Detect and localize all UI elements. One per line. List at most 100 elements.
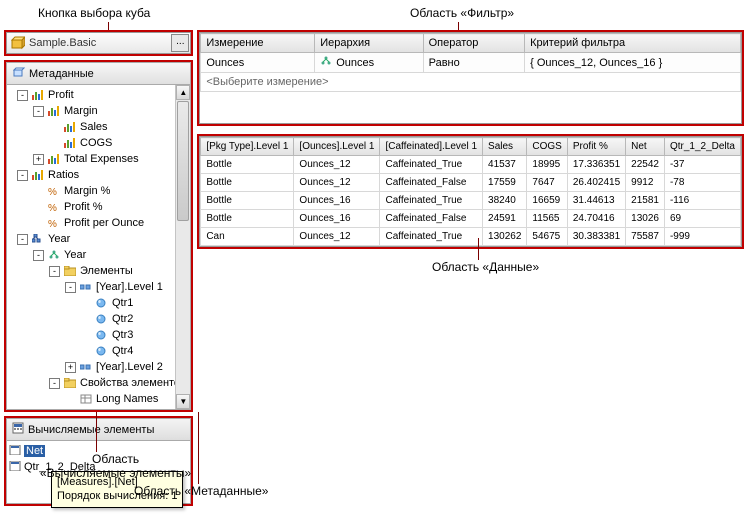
- scroll-down-button[interactable]: ▼: [176, 394, 190, 409]
- tree-row[interactable]: - Ratios: [9, 167, 188, 183]
- filter-cell[interactable]: Равно: [423, 53, 525, 73]
- scroll-up-button[interactable]: ▲: [176, 85, 190, 100]
- tree-row[interactable]: -[Year].Level 1: [9, 279, 188, 295]
- data-header[interactable]: Net: [626, 138, 665, 156]
- tree-row[interactable]: Qtr4: [9, 343, 188, 359]
- annotation-metadata-area: Область «Метаданные»: [134, 484, 268, 498]
- data-row[interactable]: BottleOunces_12Caffeinated_True415371899…: [201, 156, 741, 174]
- metadata-tree[interactable]: -Profit-MarginSalesCOGS+Total Expenses-R…: [7, 85, 190, 409]
- tree-label: [Year].Level 2: [96, 361, 163, 373]
- tree-label: Margin: [64, 105, 98, 117]
- data-row[interactable]: BottleOunces_12Caffeinated_False17559764…: [201, 174, 741, 192]
- tree-row[interactable]: %Margin %: [9, 183, 188, 199]
- folder-icon: [63, 265, 77, 277]
- hierarchy-icon: [320, 56, 332, 69]
- annotation-calc-area: Область «Вычисляемые элементы»: [40, 452, 191, 480]
- data-row[interactable]: BottleOunces_16Caffeinated_True382401665…: [201, 192, 741, 210]
- data-cell: Caffeinated_True: [380, 228, 483, 246]
- data-cell: Caffeinated_False: [380, 174, 483, 192]
- data-row[interactable]: BottleOunces_16Caffeinated_False24591115…: [201, 210, 741, 228]
- cube-browse-button[interactable]: ...: [171, 34, 189, 52]
- tree-scrollbar[interactable]: ▲ ▼: [175, 85, 190, 409]
- data-cell: 24591: [483, 210, 527, 228]
- filter-prompt-cell[interactable]: <Выберите измерение>: [201, 73, 741, 92]
- filter-prompt-row[interactable]: <Выберите измерение>: [201, 73, 741, 92]
- cube-selector[interactable]: Sample.Basic ...: [6, 32, 191, 54]
- tree-row[interactable]: Sales: [9, 119, 188, 135]
- data-cell: 7647: [527, 174, 567, 192]
- tree-row[interactable]: %Profit per Ounce: [9, 215, 188, 231]
- data-cell: Bottle: [201, 210, 294, 228]
- tree-row[interactable]: - Margin: [9, 103, 188, 119]
- data-header[interactable]: Qtr_1_2_Delta: [664, 138, 740, 156]
- tree-row[interactable]: -Profit: [9, 87, 188, 103]
- scroll-thumb[interactable]: [177, 101, 189, 221]
- collapse-toggle[interactable]: -: [17, 170, 28, 181]
- data-cell: 31.44613: [567, 192, 625, 210]
- annotation-filter-area: Область «Фильтр»: [410, 6, 514, 20]
- data-cell: 26.402415: [567, 174, 625, 192]
- tree-label: Свойства элементов: [80, 377, 186, 389]
- collapse-toggle[interactable]: -: [33, 106, 44, 117]
- metadata-icon: [13, 66, 25, 81]
- filter-header[interactable]: Иерархия: [315, 34, 423, 53]
- data-cell: 18995: [527, 156, 567, 174]
- calc-header-label: Вычисляемые элементы: [28, 424, 154, 436]
- tree-row[interactable]: COGS: [9, 135, 188, 151]
- tree-row[interactable]: Qtr2: [9, 311, 188, 327]
- data-cell: 38240: [483, 192, 527, 210]
- tree-label: Profit per Ounce: [64, 217, 144, 229]
- tree-row[interactable]: -Year: [9, 247, 188, 263]
- collapse-toggle[interactable]: -: [33, 250, 44, 261]
- tree-row[interactable]: Long Names: [9, 391, 188, 407]
- dimension-icon: [31, 233, 45, 245]
- tree-row[interactable]: Qtr3: [9, 327, 188, 343]
- collapse-toggle[interactable]: -: [17, 234, 28, 245]
- collapse-toggle[interactable]: -: [17, 90, 28, 101]
- filter-header[interactable]: Оператор: [423, 34, 525, 53]
- svg-text:%: %: [48, 203, 57, 212]
- data-header[interactable]: [Ounces].Level 1: [294, 138, 380, 156]
- filter-cell[interactable]: { Ounces_12, Ounces_16 }: [525, 53, 741, 73]
- tree-row[interactable]: -Year: [9, 231, 188, 247]
- tree-label: Qtr3: [112, 329, 133, 341]
- tree-row[interactable]: % Profit %: [9, 199, 188, 215]
- data-cell: 54675: [527, 228, 567, 246]
- filter-cell[interactable]: Ounces: [315, 53, 423, 73]
- property-icon: [79, 393, 93, 405]
- data-header[interactable]: Profit %: [567, 138, 625, 156]
- folder-icon: [63, 377, 77, 389]
- tree-label: Profit %: [64, 201, 103, 213]
- expand-toggle[interactable]: +: [65, 362, 76, 373]
- filter-header[interactable]: Критерий фильтра: [525, 34, 741, 53]
- data-header[interactable]: COGS: [527, 138, 567, 156]
- annotation-cube-button: Кнопка выбора куба: [38, 6, 150, 20]
- hierarchy-icon: [47, 249, 61, 261]
- collapse-toggle[interactable]: -: [65, 282, 76, 293]
- filter-header[interactable]: Измерение: [201, 34, 315, 53]
- tree-row[interactable]: -Элементы: [9, 263, 188, 279]
- data-cell: 24.70416: [567, 210, 625, 228]
- tree-row[interactable]: +Total Expenses: [9, 151, 188, 167]
- collapse-toggle[interactable]: -: [49, 378, 60, 389]
- filter-cell[interactable]: Ounces: [201, 53, 315, 73]
- measure-icon: [31, 169, 45, 181]
- measure-icon: [31, 89, 45, 101]
- data-header[interactable]: Sales: [483, 138, 527, 156]
- tree-label: Ratios: [48, 169, 79, 181]
- collapse-toggle[interactable]: -: [49, 266, 60, 277]
- tree-label: Margin %: [64, 185, 110, 197]
- level-icon: [79, 361, 93, 373]
- tree-row[interactable]: Qtr1: [9, 295, 188, 311]
- cube-selector-region: Sample.Basic ...: [4, 30, 193, 56]
- metadata-region: Метаданные -Profit-MarginSalesCOGS+Total…: [4, 60, 193, 412]
- tree-row[interactable]: + [Year].Level 2: [9, 359, 188, 375]
- data-header[interactable]: [Caffeinated].Level 1: [380, 138, 483, 156]
- metadata-tab[interactable]: Метаданные: [7, 63, 190, 85]
- filter-row[interactable]: OuncesOuncesРавно{ Ounces_12, Ounces_16 …: [201, 53, 741, 73]
- percent-icon: %: [47, 185, 61, 197]
- expand-toggle[interactable]: +: [33, 154, 44, 165]
- tree-row[interactable]: - Свойства элементов: [9, 375, 188, 391]
- data-header[interactable]: [Pkg Type].Level 1: [201, 138, 294, 156]
- data-row[interactable]: CanOunces_12Caffeinated_True130262546753…: [201, 228, 741, 246]
